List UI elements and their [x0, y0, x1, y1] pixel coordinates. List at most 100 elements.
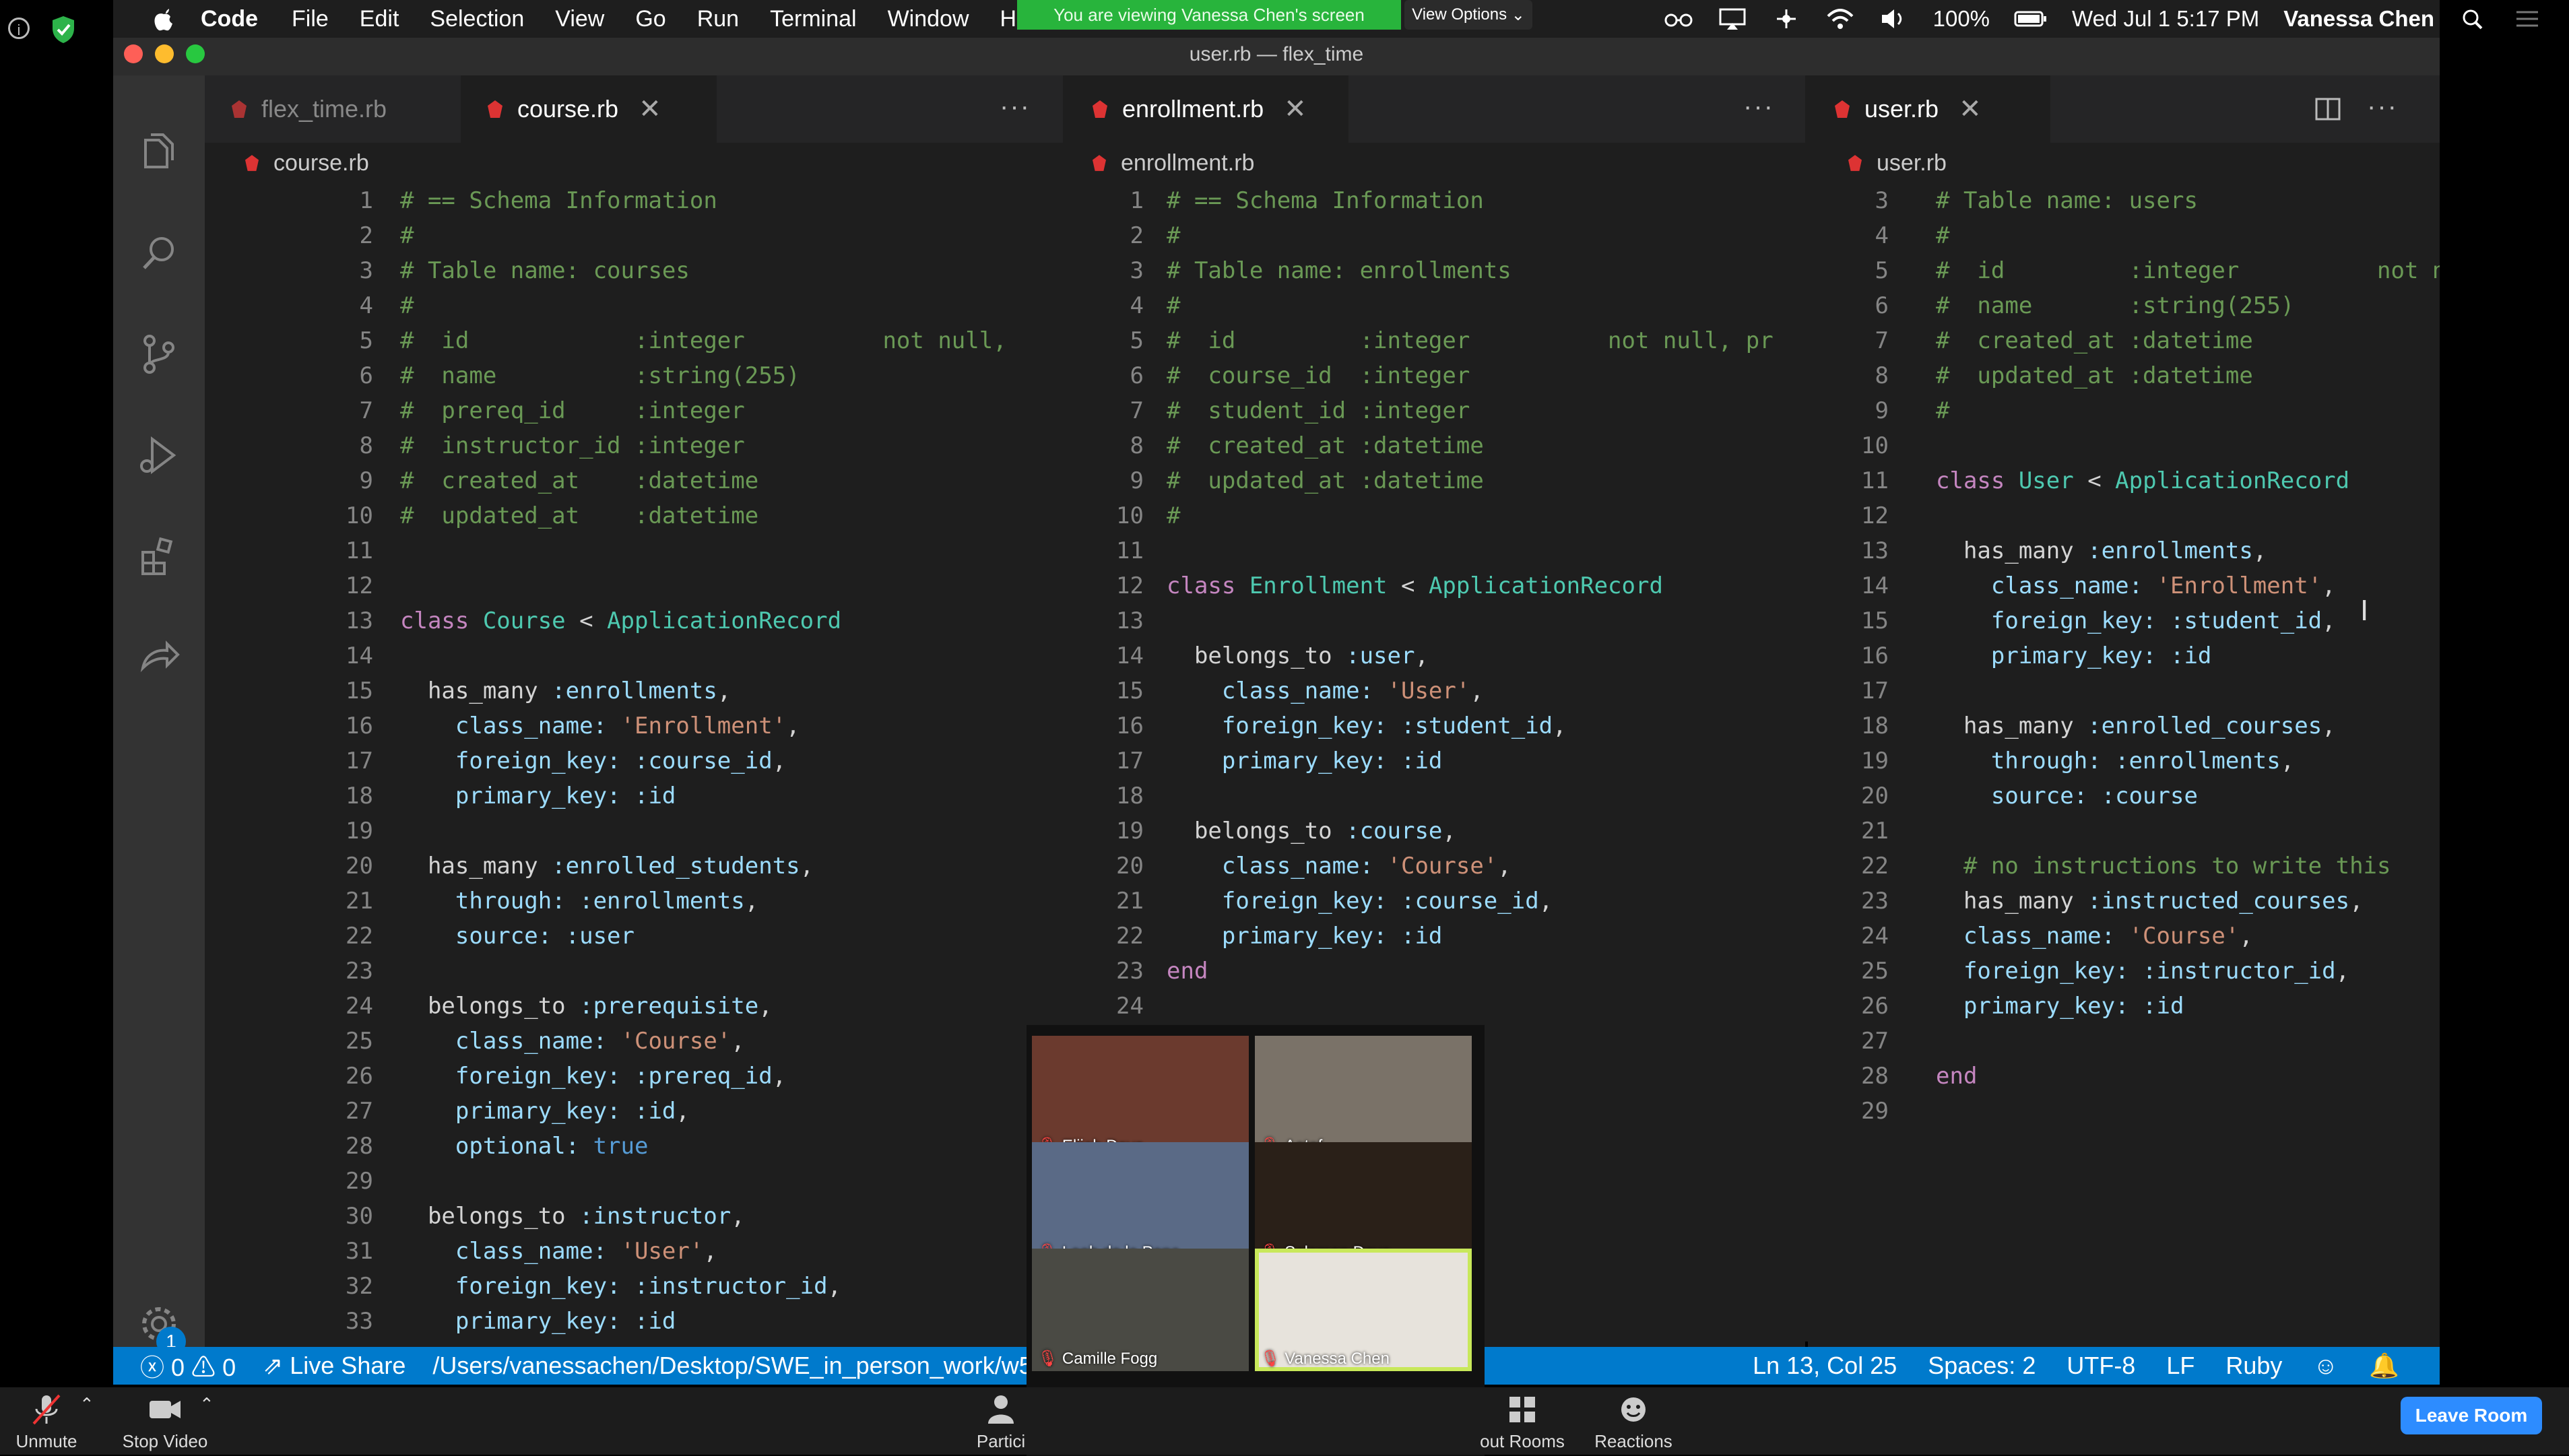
code-token: # name :string(255) — [1936, 292, 2295, 319]
menubar-user[interactable]: Vanessa Chen — [2283, 6, 2434, 32]
ruby-file-icon — [232, 100, 247, 118]
source-control-icon[interactable] — [136, 331, 182, 377]
code-text: # — [400, 288, 414, 323]
breadcrumb[interactable]: enrollment.rb — [1093, 143, 1254, 183]
tab-course[interactable]: course.rb ✕ — [461, 75, 717, 143]
control-icon[interactable] — [1771, 7, 1801, 31]
breadcrumb[interactable]: course.rb — [245, 143, 369, 183]
menu-selection[interactable]: Selection — [430, 6, 524, 32]
code-token: # == Schema Information — [1167, 187, 1484, 214]
volume-icon[interactable] — [1879, 7, 1909, 31]
code-text: class_name: 'User', — [400, 1234, 717, 1269]
view-options-button[interactable]: View Options ⌄ — [1404, 0, 1532, 30]
glasses-icon[interactable] — [1664, 7, 1693, 31]
apple-icon[interactable] — [147, 2, 181, 36]
participant-video-tile[interactable]: 🎙 Vanessa Chen — [1254, 1249, 1472, 1371]
indentation[interactable]: Spaces: 2 — [1928, 1352, 2036, 1380]
participants-button[interactable]: Partici — [974, 1393, 1028, 1452]
line-number: 9 — [1875, 397, 1889, 424]
manage-gear-icon[interactable]: 1 — [136, 1301, 186, 1356]
menu-file[interactable]: File — [292, 6, 329, 32]
extensions-icon[interactable] — [136, 533, 182, 579]
code-text: # — [1167, 288, 1180, 323]
menu-view[interactable]: View — [555, 6, 604, 32]
code-text: primary_key: :id, — [400, 1094, 690, 1129]
code-token: foreign_key: :student_id — [1167, 713, 1553, 739]
tab-user[interactable]: user.rb ✕ — [1808, 75, 2050, 143]
close-tab-icon[interactable]: ✕ — [639, 94, 661, 125]
participants-icon — [988, 1395, 1014, 1424]
more-actions-icon[interactable]: ··· — [1743, 92, 1774, 122]
participant-video-tile[interactable]: 🎙 Camille Fogg — [1032, 1249, 1249, 1371]
menu-run[interactable]: Run — [697, 6, 739, 32]
breadcrumb[interactable]: user.rb — [1848, 143, 1947, 183]
code-token: # — [400, 292, 414, 319]
app-name-menu[interactable]: Code — [201, 6, 258, 32]
line-number: 20 — [1861, 783, 1889, 809]
code-text: primary_key: :id — [1167, 743, 1443, 779]
encoding[interactable]: UTF-8 — [2067, 1352, 2135, 1380]
menu-edit[interactable]: Edit — [360, 6, 399, 32]
code-token: class_name: — [400, 713, 621, 739]
participant-video-tile[interactable]: 🎙Leah de la Pena — [1032, 1142, 1249, 1265]
airplay-icon[interactable] — [1718, 7, 1747, 31]
battery-icon[interactable] — [2014, 7, 2048, 31]
bell-icon[interactable]: 🔔 — [2369, 1352, 2399, 1380]
control-center-icon[interactable] — [2512, 7, 2542, 31]
feedback-icon[interactable]: ☺ — [2313, 1352, 2338, 1380]
problems-indicator[interactable]: ⓧ 0 ⚠ 0 — [140, 1348, 236, 1383]
line-number: 7 — [359, 397, 373, 424]
code-text: foreign_key: :instructor_id, — [1936, 954, 2349, 989]
code-token: # — [1167, 502, 1181, 529]
line-number: 14 — [1116, 642, 1144, 669]
code-token: :enrolled_students — [552, 853, 800, 880]
breakout-rooms-button[interactable]: out Rooms — [1475, 1393, 1569, 1452]
window-title: user.rb — flex_time — [1189, 43, 1364, 65]
code-token: 'Course' — [1387, 853, 1498, 880]
line-number: 23 — [1861, 888, 1889, 915]
participant-video-tile[interactable]: 🎙Elijah Dove — [1032, 1036, 1249, 1158]
run-debug-icon[interactable] — [136, 432, 182, 478]
explorer-icon[interactable] — [136, 129, 182, 175]
line-number: 26 — [346, 1063, 373, 1090]
tab-enrollment[interactable]: enrollment.rb ✕ — [1066, 75, 1348, 143]
menu-terminal[interactable]: Terminal — [770, 6, 856, 32]
error-count: 0 — [171, 1354, 185, 1381]
line-number: 15 — [1861, 607, 1889, 634]
line-ending[interactable]: LF — [2166, 1352, 2194, 1380]
line-number: 32 — [346, 1273, 373, 1300]
info-icon[interactable]: i — [8, 18, 30, 39]
cursor-position[interactable]: Ln 13, Col 25 — [1753, 1352, 1897, 1380]
live-share-status[interactable]: ⇗ Live Share — [263, 1352, 405, 1380]
search-icon[interactable] — [136, 230, 182, 276]
menu-go[interactable]: Go — [635, 6, 665, 32]
language-mode[interactable]: Ruby — [2225, 1352, 2282, 1380]
line-number: 15 — [1116, 677, 1144, 704]
video-camera-icon — [150, 1401, 181, 1418]
audio-options-chevron-icon[interactable]: ⌃ — [79, 1394, 94, 1415]
spotlight-search-icon[interactable] — [2459, 7, 2488, 31]
code-text: # == Schema Information — [400, 183, 717, 218]
code-token: # — [1167, 222, 1181, 249]
participant-video-tile[interactable]: 🎙Solomon Dove — [1254, 1142, 1472, 1265]
unmute-button[interactable]: Unmute — [9, 1393, 84, 1452]
shield-icon[interactable] — [50, 15, 77, 44]
close-tab-icon[interactable]: ✕ — [1284, 94, 1307, 125]
leave-room-button[interactable]: Leave Room — [2401, 1397, 2542, 1434]
file-path[interactable]: /Users/vanessachen/Desktop/SWE_in_person… — [432, 1352, 1032, 1380]
menu-window[interactable]: Window — [888, 6, 969, 32]
menubar-datetime[interactable]: Wed Jul 1 5:17 PM — [2072, 6, 2259, 32]
wifi-icon[interactable] — [1825, 7, 1855, 31]
live-share-icon[interactable] — [136, 634, 182, 680]
code-token: # == Schema Information — [400, 187, 717, 214]
more-actions-icon[interactable]: ··· — [2367, 92, 2398, 122]
code-text: # updated_at :datetime — [1936, 358, 2253, 393]
unmute-label: Unmute — [15, 1431, 77, 1451]
more-actions-icon[interactable]: ··· — [1000, 92, 1031, 122]
tab-flex-time[interactable]: flex_time.rb — [205, 75, 488, 143]
close-tab-icon[interactable]: ✕ — [1959, 94, 1982, 125]
reactions-button[interactable]: Reactions — [1590, 1393, 1677, 1452]
split-editor-icon[interactable] — [2314, 96, 2341, 123]
video-options-chevron-icon[interactable]: ⌃ — [199, 1394, 214, 1415]
participant-video-tile[interactable]: 🎙Aatef — [1254, 1036, 1472, 1158]
